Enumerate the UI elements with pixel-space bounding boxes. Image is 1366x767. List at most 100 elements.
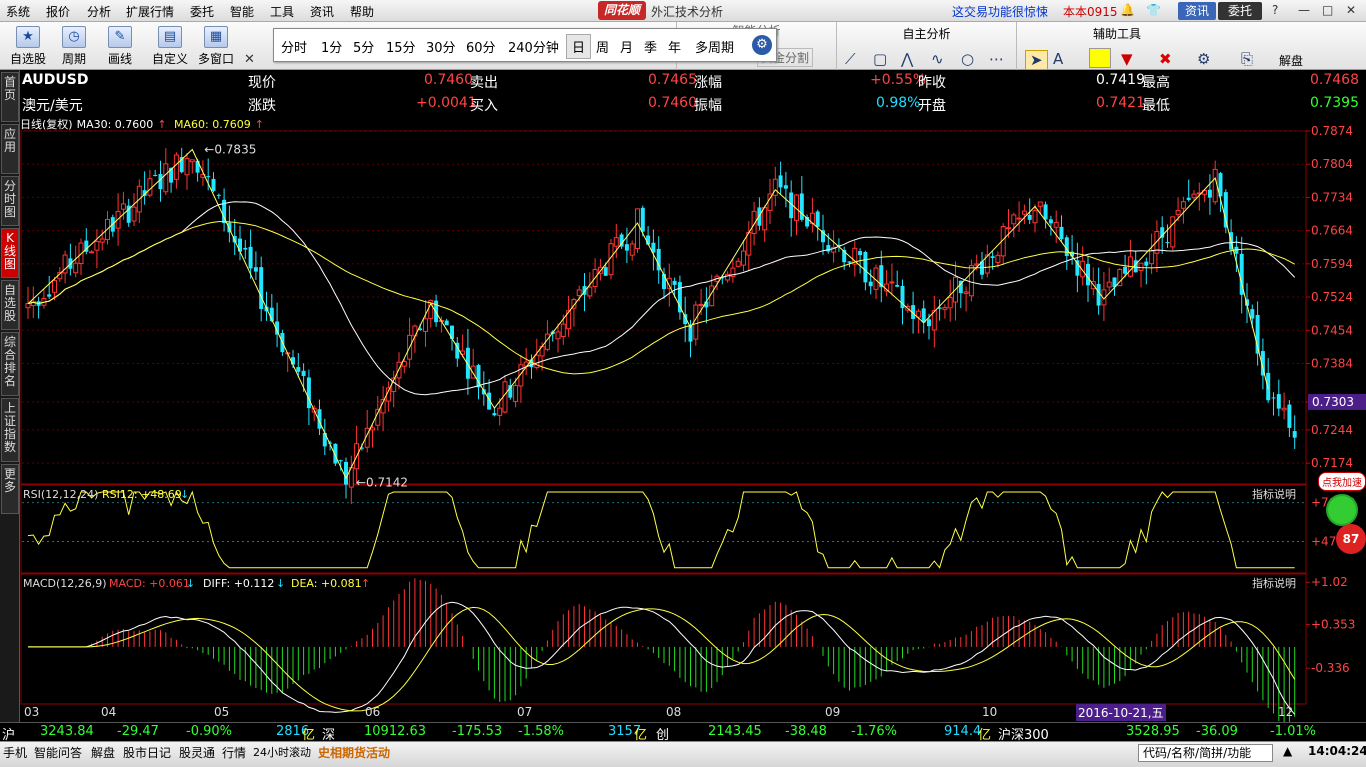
macd-value: MACD: +0.061 (109, 577, 190, 590)
macd-level-label: -0.336 (1311, 661, 1350, 675)
x-tick-label: 09 (825, 705, 841, 719)
ticker-item: 2143.45 (708, 724, 762, 739)
speedup-label: 点我加速 (1318, 472, 1366, 491)
candle-body-down (243, 247, 248, 250)
candle-body-down (677, 282, 682, 313)
candle-body-up (1106, 281, 1112, 288)
price-tick-label: 0.7384 (1311, 356, 1353, 370)
candle-body-up (1180, 201, 1186, 209)
x-axis: 03 04 05 06 07 08 09 10 12 2016-10-21,五 (20, 704, 1366, 721)
candle-body-up (184, 158, 190, 176)
candle-body-up (1191, 193, 1197, 199)
candle-body-down (211, 178, 216, 191)
candle-body-down (195, 160, 200, 173)
candle-body-down (1266, 372, 1271, 401)
high-annotation: ←0.7835 (204, 143, 256, 157)
candle-body-up (370, 427, 375, 431)
status-quote[interactable]: 行情 (222, 744, 246, 761)
candle-body-down (153, 174, 158, 176)
macd-label: MACD(12,26,9) (23, 577, 107, 590)
candle-body-down (799, 193, 804, 220)
macd-down-arrow: ↓ (186, 577, 195, 590)
candle-body-up (1032, 210, 1038, 224)
candle-body-up (735, 260, 741, 267)
candle-body-down (895, 284, 900, 287)
candle-body-down (1207, 189, 1212, 198)
index-ticker: 沪 3243.84 -29.47 -0.90% 2816 亿深 10912.63 -175.5… (0, 722, 1366, 743)
candle-body-up (423, 318, 428, 332)
candle-body-down (847, 261, 852, 263)
candle-body-down (672, 280, 677, 285)
price-tick-label: 0.7594 (1311, 257, 1353, 271)
candle-body-up (1149, 250, 1155, 265)
rsi-down-arrow: ↓ (180, 488, 189, 501)
candle-body-down (1186, 197, 1191, 200)
candle-body-up (974, 263, 980, 266)
macd-diff-value: DIFF: +0.112 (203, 577, 274, 590)
ticker-item: -29.47 (117, 724, 159, 739)
candle-body-down (465, 347, 470, 379)
macd-diff-line (28, 601, 1296, 715)
current-price-label: 0.7303 (1312, 395, 1354, 409)
ticker-item: 10912.63 (364, 724, 427, 739)
ticker-item: 3243.84 (40, 724, 94, 739)
dea-up-arrow: ↑ (361, 577, 370, 590)
candle-body-down (1048, 219, 1053, 224)
candle-body-up (1037, 201, 1043, 207)
status-mobile[interactable]: 手机 (3, 744, 27, 761)
candle-body-up (1175, 210, 1181, 215)
status-solve[interactable]: 解盘 (91, 744, 115, 761)
candle-body-down (868, 281, 873, 287)
rsi-panel-frame (20, 484, 1307, 574)
candle-body-down (296, 367, 301, 372)
price-tick-label: 0.7874 (1311, 124, 1353, 138)
ticker-item: -1.58% (518, 724, 564, 739)
price-tick-label: 0.7734 (1311, 190, 1353, 204)
candle-body-down (1292, 431, 1297, 438)
candle-body-down (640, 207, 645, 232)
status-stock-spirit[interactable]: 股灵通 (179, 744, 215, 761)
candle-body-down (344, 461, 348, 485)
candle-body-down (306, 377, 311, 409)
mascot-icon (1326, 494, 1358, 526)
candle-body-down (1027, 214, 1032, 220)
candle-body-down (927, 319, 931, 327)
ticker-item: -1.76% (851, 724, 897, 739)
kline-chart[interactable]: 0.7874 0.7804 0.7734 0.7664 0.7594 0.7524 0.74… (0, 0, 1366, 767)
candle-body-up (968, 265, 974, 297)
status-smart-qa[interactable]: 智能问答 (34, 744, 82, 761)
speed-number: 87 (1336, 524, 1366, 554)
status-24h-scroll[interactable]: 24小时滚动 (253, 744, 311, 760)
candle-body-up (741, 250, 746, 266)
candle-body-down (1271, 397, 1276, 399)
candle-body-down (248, 246, 253, 269)
candle-body-down (444, 320, 449, 326)
low-annotation: ←0.7142 (356, 475, 408, 489)
candle-body-down (47, 294, 52, 297)
macd-panel-frame (20, 573, 1307, 705)
candle-body-down (1165, 242, 1170, 244)
candle-body-up (99, 238, 105, 243)
rsi-line (27, 490, 1295, 569)
status-futures-promo[interactable]: 史相期货活动 (318, 744, 390, 761)
chevron-up-icon[interactable]: ▲ (1283, 744, 1292, 758)
code-search-input[interactable]: 代码/名称/简拼/功能 (1138, 744, 1273, 762)
speedup-badge[interactable]: 点我加速 87 (1318, 468, 1366, 568)
candle-body-up (629, 243, 635, 256)
status-bar: 手机 智能问答 解盘 股市日记 股灵通 行情 24小时滚动 史相期货活动 代码/… (0, 741, 1366, 767)
candle-body-up (89, 251, 95, 254)
candle-body-down (1287, 404, 1292, 428)
candle-body-down (1086, 263, 1090, 286)
candle-body-down (1096, 283, 1101, 306)
candle-body-down (1144, 261, 1149, 266)
candle-body-up (560, 323, 566, 337)
candle-body-down (603, 267, 608, 276)
candle-body-down (624, 244, 629, 251)
candle-body-down (158, 174, 163, 190)
zigzag-line (27, 148, 1269, 480)
candle-body-up (497, 407, 503, 416)
price-tick-label: 0.7454 (1311, 323, 1353, 337)
status-diary[interactable]: 股市日记 (123, 744, 171, 761)
candle-body-up (94, 241, 100, 251)
candle-body-down (301, 370, 306, 376)
